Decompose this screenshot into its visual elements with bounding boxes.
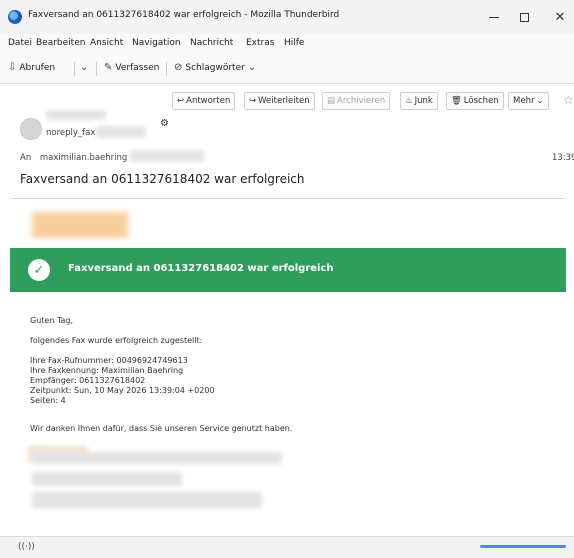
delete-button[interactable]: 🗑 Löschen — [446, 92, 504, 110]
detail-pages: Seiten: 4 — [30, 396, 66, 405]
redacted-signature-2 — [32, 452, 282, 464]
fetch-button[interactable]: ⇩ Abrufen — [8, 62, 55, 73]
menu-bar: Datei Bearbeiten Ansicht Navigation Nach… — [0, 34, 574, 54]
chevron-down-icon: ⌄ — [536, 96, 544, 106]
redacted-signature-3 — [32, 472, 182, 486]
maximize-button[interactable] — [504, 4, 544, 30]
thunderbird-app-icon — [8, 10, 22, 24]
star-icon[interactable]: ☆ — [563, 93, 574, 107]
close-button[interactable]: ✕ — [540, 4, 574, 30]
redacted-signature-4 — [32, 492, 262, 508]
archive-label: Archivieren — [337, 96, 386, 106]
greeting: Guten Tag, — [30, 316, 74, 325]
close-icon: ✕ — [554, 9, 566, 25]
header-divider — [10, 198, 566, 199]
detail-fax-number: Ihre Fax-Rufnummer: 00496924749613 — [30, 356, 188, 365]
check-icon: ✓ — [28, 259, 50, 281]
thanks-text: Wir danken Ihnen dafür, dass Sie unseren… — [30, 424, 293, 433]
chevron-down-icon: ⌄ — [80, 62, 89, 73]
fetch-label: Abrufen — [19, 62, 56, 73]
redacted-sender-address — [96, 126, 146, 138]
message-header: ↩ Antworten ↪ Weiterleiten ▤ Archivieren… — [0, 84, 574, 204]
junk-button[interactable]: ♨ Junk — [400, 92, 438, 110]
toolbar-separator — [74, 62, 75, 76]
gear-icon[interactable]: ⚙ — [160, 118, 169, 129]
detail-fax-id: Ihre Faxkennung: Maximilian Baehring — [30, 366, 184, 375]
menu-nachricht[interactable]: Nachricht — [190, 38, 233, 48]
maximize-icon — [519, 12, 529, 22]
to-label: An — [20, 153, 32, 163]
more-button[interactable]: Mehr ⌄ — [508, 92, 549, 110]
delete-label: Löschen — [463, 96, 499, 106]
detail-timestamp: Zeitpunkt: Sun, 10 May 2026 13:39:04 +02… — [30, 386, 215, 395]
toolbar-separator — [96, 62, 97, 76]
title-bar: Faxversand an 0611327618402 war erfolgre… — [0, 0, 574, 34]
junk-icon: ♨ — [405, 96, 413, 106]
menu-extras[interactable]: Extras — [246, 38, 274, 48]
avatar — [20, 118, 42, 140]
compose-label: Verfassen — [115, 62, 160, 73]
forward-label: Weiterleiten — [258, 96, 310, 106]
recipient-name[interactable]: maximilian.baehring — [40, 153, 127, 163]
tags-label: Schlagwörter — [185, 62, 245, 73]
recipient-line: An maximilian.baehring — [20, 153, 127, 163]
junk-label: Junk — [414, 96, 433, 106]
banner-text: Faxversand an 0611327618402 war erfolgre… — [68, 263, 334, 274]
success-banner: ✓ Faxversand an 0611327618402 war erfolg… — [10, 248, 566, 292]
message-time: 13:39 — [552, 153, 574, 163]
fetch-icon: ⇩ — [8, 62, 17, 73]
intro-text: folgendes Fax wurde erfolgreich zugestel… — [30, 336, 203, 345]
archive-icon: ▤ — [327, 96, 336, 106]
redacted-sender-name — [46, 110, 106, 120]
menu-datei[interactable]: Datei — [8, 38, 32, 48]
tags-button[interactable]: ⊘ Schlagwörter ⌄ — [174, 62, 256, 73]
menu-bearbeiten[interactable]: Bearbeiten — [36, 38, 85, 48]
archive-button[interactable]: ▤ Archivieren — [322, 92, 391, 110]
redacted-logo — [32, 212, 128, 238]
menu-ansicht[interactable]: Ansicht — [90, 38, 123, 48]
redacted-recipient-address — [130, 150, 204, 162]
reply-button[interactable]: ↩ Antworten — [172, 92, 236, 110]
main-toolbar: ⇩ Abrufen ⌄ ✎ Verfassen ⊘ Schlagwörter ⌄ — [0, 54, 574, 84]
sender-name[interactable]: noreply_fax — [46, 128, 95, 138]
activity-icon[interactable]: ((·)) — [18, 542, 35, 552]
detail-recipient: Empfänger: 0611327618402 — [30, 376, 146, 385]
chevron-down-icon: ⌄ — [247, 62, 257, 73]
toolbar-separator — [166, 62, 167, 76]
fetch-dropdown[interactable]: ⌄ — [80, 62, 88, 73]
forward-icon: ↪ — [249, 96, 257, 106]
minimize-icon — [489, 16, 499, 18]
reply-icon: ↩ — [177, 96, 185, 106]
more-label: Mehr — [513, 96, 535, 106]
tag-icon: ⊘ — [174, 62, 183, 73]
compose-icon: ✎ — [104, 62, 113, 73]
menu-navigation[interactable]: Navigation — [132, 38, 181, 48]
reply-label: Antworten — [186, 96, 231, 106]
status-bar: ((·)) — [0, 536, 574, 558]
menu-hilfe[interactable]: Hilfe — [284, 38, 304, 48]
delete-icon: 🗑 — [451, 96, 462, 106]
progress-bar — [480, 545, 566, 548]
forward-button[interactable]: ↪ Weiterleiten — [244, 92, 315, 110]
window-title: Faxversand an 0611327618402 war erfolgre… — [28, 10, 340, 20]
compose-button[interactable]: ✎ Verfassen — [104, 62, 159, 73]
message-subject: Faxversand an 0611327618402 war erfolgre… — [20, 172, 305, 186]
